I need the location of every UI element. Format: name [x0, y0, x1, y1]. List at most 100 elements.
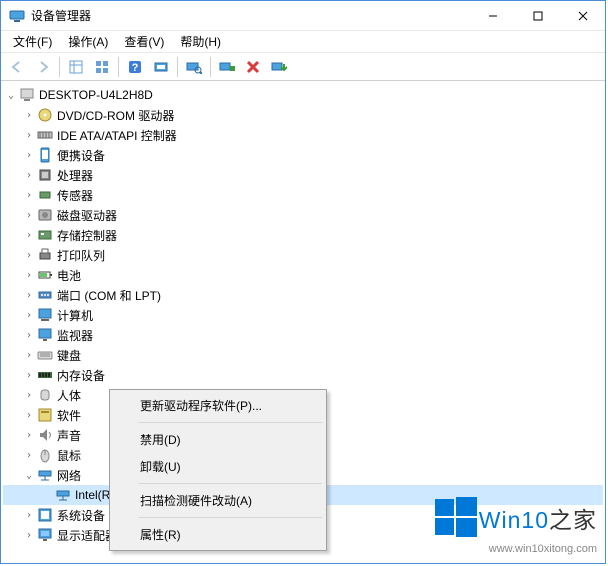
toolbar-separator — [177, 57, 178, 77]
maximize-button[interactable] — [515, 1, 560, 30]
close-button[interactable] — [560, 1, 605, 30]
tree-category-monitor[interactable]: › 监视器 — [3, 325, 603, 345]
ctx-disable[interactable]: 禁用(D) — [112, 426, 324, 453]
update-driver-icon[interactable] — [267, 55, 291, 79]
win-logo-icon: Win10之家 — [433, 495, 597, 541]
watermark: Win10之家 www.win10xitong.com — [433, 495, 597, 555]
expand-arrow-icon[interactable]: › — [21, 210, 37, 221]
tree-item-label: 存储控制器 — [57, 227, 117, 244]
ctx-update-driver[interactable]: 更新驱动程序软件(P)... — [112, 392, 324, 419]
tree-item-label: 计算机 — [57, 307, 93, 324]
tree-item-label: 鼠标 — [57, 447, 81, 464]
expand-arrow-icon[interactable]: › — [21, 530, 37, 541]
expand-arrow-icon[interactable]: › — [21, 510, 37, 521]
tree-category-ide[interactable]: › IDE ATA/ATAPI 控制器 — [3, 125, 603, 145]
help-icon[interactable]: ? — [123, 55, 147, 79]
expand-arrow-icon[interactable]: › — [21, 330, 37, 341]
software-icon — [37, 407, 53, 423]
tree-category-memory[interactable]: ›内存设备 — [3, 365, 603, 385]
expand-arrow-icon[interactable]: › — [21, 110, 37, 121]
properties-icon[interactable] — [149, 55, 173, 79]
keyboard-icon — [37, 347, 53, 363]
expand-arrow-icon[interactable]: › — [21, 450, 37, 461]
ctx-scan-hardware[interactable]: 扫描检测硬件改动(A) — [112, 487, 324, 514]
ctx-separator — [138, 422, 322, 423]
view-small-icon[interactable] — [90, 55, 114, 79]
expand-arrow-icon[interactable]: ⌄ — [21, 470, 37, 481]
disc-icon — [37, 107, 53, 123]
memory-icon — [37, 367, 53, 383]
printer-icon — [37, 247, 53, 263]
tree-item-label: 软件 — [57, 407, 81, 424]
menu-action[interactable]: 操作(A) — [60, 31, 116, 52]
minimize-button[interactable] — [470, 1, 515, 30]
tree-category-printer[interactable]: › 打印队列 — [3, 245, 603, 265]
expand-arrow-icon[interactable]: › — [21, 190, 37, 201]
audio-icon — [37, 427, 53, 443]
enable-device-icon[interactable] — [215, 55, 239, 79]
tree-item-label: 监视器 — [57, 327, 93, 344]
tree-item-label: 处理器 — [57, 167, 93, 184]
tree-category-disk[interactable]: ›磁盘驱动器 — [3, 205, 603, 225]
device-manager-window: 设备管理器 文件(F) 操作(A) 查看(V) 帮助(H) ? ⌄DESKTOP… — [0, 0, 606, 564]
monitor-icon — [37, 327, 53, 343]
tree-category-computer[interactable]: › 计算机 — [3, 305, 603, 325]
network-icon — [37, 467, 53, 483]
expand-arrow-icon[interactable]: › — [21, 410, 37, 421]
tree-category-port[interactable]: › 端口 (COM 和 LPT) — [3, 285, 603, 305]
ctx-separator — [138, 517, 322, 518]
context-menu: 更新驱动程序软件(P)... 禁用(D) 卸载(U) 扫描检测硬件改动(A) 属… — [109, 389, 327, 551]
expand-arrow-icon[interactable]: › — [21, 370, 37, 381]
sensor-icon — [37, 187, 53, 203]
disable-device-icon[interactable] — [241, 55, 265, 79]
cpu-icon — [37, 167, 53, 183]
scan-hardware-icon[interactable] — [182, 55, 206, 79]
expand-arrow-icon[interactable]: › — [21, 250, 37, 261]
tree-category-keyboard[interactable]: ›键盘 — [3, 345, 603, 365]
expand-arrow-icon[interactable]: › — [21, 290, 37, 301]
view-large-icon[interactable] — [64, 55, 88, 79]
tree-item-label: 传感器 — [57, 187, 93, 204]
toolbar-separator — [118, 57, 119, 77]
ctx-properties[interactable]: 属性(R) — [112, 521, 324, 548]
tree-item-label: IDE ATA/ATAPI 控制器 — [57, 127, 177, 144]
svg-text:?: ? — [132, 62, 139, 74]
back-button[interactable] — [5, 55, 29, 79]
tree-item-label: DESKTOP-U4L2H8D — [39, 88, 153, 102]
expand-arrow-icon[interactable]: ⌄ — [3, 90, 19, 101]
forward-button[interactable] — [31, 55, 55, 79]
expand-arrow-icon[interactable]: › — [21, 130, 37, 141]
tree-item-label: 便携设备 — [57, 147, 105, 164]
tree-root[interactable]: ⌄ DESKTOP-U4L2H8D — [3, 85, 603, 105]
tree-item-label: 系统设备 — [57, 507, 105, 524]
tree-item-label: 显示适配器 — [57, 527, 117, 544]
tree-category-sensor[interactable]: › 传感器 — [3, 185, 603, 205]
battery-icon — [37, 267, 53, 283]
tree-category-cpu[interactable]: › 处理器 — [3, 165, 603, 185]
expand-arrow-icon[interactable]: › — [21, 390, 37, 401]
ctx-uninstall[interactable]: 卸载(U) — [112, 453, 324, 480]
expand-arrow-icon[interactable]: › — [21, 150, 37, 161]
tree-category-disc[interactable]: ›DVD/CD-ROM 驱动器 — [3, 105, 603, 125]
mouse-icon — [37, 447, 53, 463]
window-controls — [470, 1, 605, 30]
expand-arrow-icon[interactable]: › — [21, 350, 37, 361]
tree-category-portable[interactable]: › 便携设备 — [3, 145, 603, 165]
expand-arrow-icon[interactable]: › — [21, 270, 37, 281]
expand-arrow-icon[interactable]: › — [21, 170, 37, 181]
expand-arrow-icon[interactable]: › — [21, 310, 37, 321]
tree-item-label: 端口 (COM 和 LPT) — [57, 287, 161, 304]
expand-arrow-icon[interactable]: › — [21, 230, 37, 241]
port-icon — [37, 287, 53, 303]
wm-title-suffix: 之家 — [549, 507, 597, 533]
tree-item-label: 网络 — [57, 467, 81, 484]
tree-category-battery[interactable]: ›电池 — [3, 265, 603, 285]
tree-category-storage[interactable]: › 存储控制器 — [3, 225, 603, 245]
menu-help[interactable]: 帮助(H) — [172, 31, 229, 52]
menu-file[interactable]: 文件(F) — [5, 31, 60, 52]
display-icon — [37, 527, 53, 543]
portable-icon — [37, 147, 53, 163]
tree-item-label: 打印队列 — [57, 247, 105, 264]
expand-arrow-icon[interactable]: › — [21, 430, 37, 441]
menu-view[interactable]: 查看(V) — [116, 31, 172, 52]
